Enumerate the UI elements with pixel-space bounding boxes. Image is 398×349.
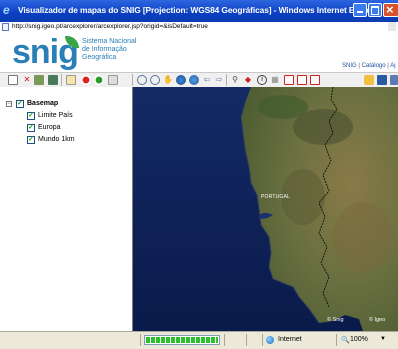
layer-label-mundo-1km[interactable]: Mundo 1km: [38, 134, 75, 146]
open-folder-icon[interactable]: [364, 75, 374, 85]
address-url[interactable]: http://snig.igeo.pt/arcexplorer/arcexplo…: [12, 23, 208, 30]
link-ajuda[interactable]: Aj: [390, 63, 395, 69]
measure-icon[interactable]: ◆: [243, 75, 253, 85]
logo-subtitle: Sistema Nacional de Informação Geográfic…: [82, 38, 136, 62]
stop-icon[interactable]: [81, 75, 91, 85]
select-features-icon[interactable]: ▦: [270, 75, 280, 85]
table-icon[interactable]: [108, 75, 118, 85]
clear-selection-icon[interactable]: [310, 75, 320, 85]
layer-checkbox-limite-pais[interactable]: ✓: [27, 112, 35, 120]
print-icon[interactable]: [390, 75, 398, 85]
save-icon[interactable]: [377, 75, 387, 85]
close-button[interactable]: [383, 2, 398, 17]
app-header: snig Sistema Nacional de Informação Geog…: [0, 33, 398, 73]
globe-icon: [266, 336, 274, 344]
map-imagery: [133, 87, 398, 331]
map-toolbar: ✕ ✋ ⇦ ⇨ ⚲ ◆ i ▦: [0, 72, 398, 88]
layer-label-basemap[interactable]: Basemap: [27, 98, 58, 110]
status-bar: Internet 🔍 100% ▼: [0, 331, 398, 349]
map-view[interactable]: PORTUGAL © Snig © Igeo: [133, 87, 398, 331]
legend-icon[interactable]: [66, 75, 76, 85]
window-title: Visualizador de mapas do SNIG [Projectio…: [18, 5, 383, 15]
minimize-button[interactable]: [353, 3, 367, 17]
layer-label-europa[interactable]: Europa: [38, 122, 61, 134]
collapse-icon[interactable]: −: [6, 101, 12, 107]
ie-icon: e: [3, 3, 10, 17]
logo-line-1: Sistema Nacional: [82, 38, 137, 45]
identify-icon[interactable]: i: [257, 75, 267, 85]
map-country-label: PORTUGAL: [261, 194, 291, 200]
page-icon: [2, 23, 9, 31]
delete-layer-icon[interactable]: ✕: [22, 75, 32, 85]
full-extent-icon[interactable]: [176, 75, 186, 85]
logo-line-3: Geográfica: [82, 54, 117, 61]
link-catalogo[interactable]: Catálogo: [362, 63, 386, 69]
security-zone[interactable]: Internet: [278, 336, 302, 343]
window-titlebar[interactable]: e Visualizador de mapas do SNIG [Project…: [0, 0, 398, 22]
address-dropdown-icon[interactable]: [388, 22, 396, 31]
basemap-checkbox[interactable]: ✓: [16, 100, 24, 108]
zoom-level-icon: 🔍: [341, 337, 350, 344]
header-links: SNIG | Catálogo | Aj: [342, 63, 396, 69]
zoom-active-layer-icon[interactable]: [189, 75, 199, 85]
layer-checkbox-europa[interactable]: ✓: [27, 124, 35, 132]
progress-fill: [146, 337, 218, 343]
pan-icon[interactable]: ✋: [163, 75, 173, 85]
page-load-progress: [144, 335, 220, 345]
select-line-icon[interactable]: [297, 75, 307, 85]
zoom-level[interactable]: 100%: [350, 336, 368, 343]
select-rectangle-icon[interactable]: [284, 75, 294, 85]
forward-extent-icon[interactable]: ⇨: [214, 75, 224, 85]
layer-checkbox-mundo-1km[interactable]: ✓: [27, 136, 35, 144]
zoom-in-icon[interactable]: [137, 75, 147, 85]
chevron-down-icon[interactable]: ▼: [380, 336, 386, 342]
back-extent-icon[interactable]: ⇦: [202, 75, 212, 85]
map-credit: © Snig: [327, 317, 344, 323]
layer-label-limite-pais[interactable]: Limite País: [38, 110, 73, 122]
new-layer-icon[interactable]: [8, 75, 18, 85]
layer-properties-icon[interactable]: [48, 75, 58, 85]
maximize-button[interactable]: [368, 3, 382, 17]
map-credit: © Igeo: [369, 317, 386, 323]
logo-line-2: de Informação: [82, 46, 127, 53]
link-snig[interactable]: SNIG: [342, 63, 357, 69]
zoom-out-icon[interactable]: [150, 75, 160, 85]
find-icon[interactable]: ⚲: [230, 75, 240, 85]
layers-panel: − ✓ Basemap ✓ Limite País ✓ Europa ✓ Mun…: [0, 87, 133, 331]
layer-tools-icon[interactable]: [34, 75, 44, 85]
refresh-icon[interactable]: [94, 75, 104, 85]
